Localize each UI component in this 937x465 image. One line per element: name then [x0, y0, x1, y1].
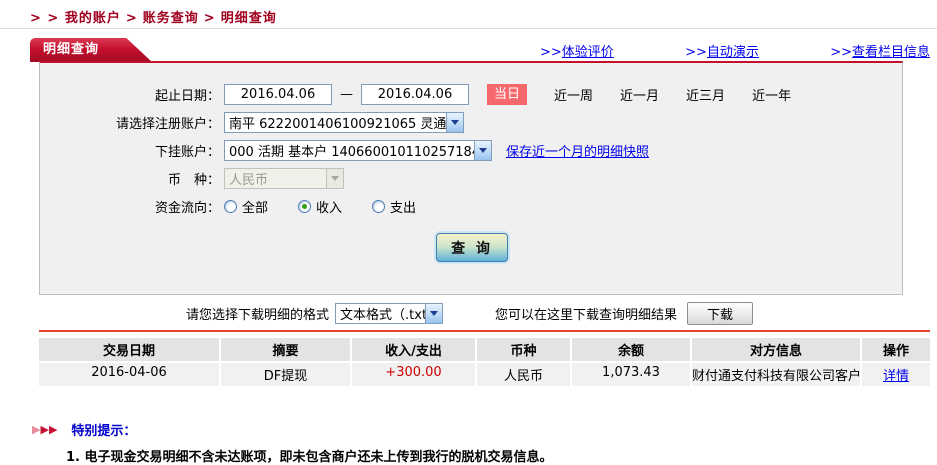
link-auto-demo[interactable]: >>自动演示: [685, 41, 759, 60]
range-month-button[interactable]: 近一月: [620, 85, 659, 104]
flow-radio-all[interactable]: 全部: [224, 197, 268, 216]
flow-radio-income[interactable]: 收入: [298, 197, 342, 216]
radio-icon[interactable]: [298, 199, 312, 213]
top-links: >>体验评价 >>自动演示 >>查看栏目信息: [540, 41, 930, 60]
chevron-down-icon: [326, 168, 343, 188]
col-header-amount: 收入/支出: [352, 338, 475, 361]
cell-currency: 人民币: [477, 363, 570, 386]
col-header-currency: 币种: [477, 338, 570, 361]
row-detail-link[interactable]: 详情: [883, 369, 909, 384]
cell-summary: DF提现: [221, 363, 350, 386]
triangle-icon: ▶: [40, 423, 49, 436]
download-format-select[interactable]: 文本格式（.txt）: [335, 302, 444, 324]
registered-account-label: 请选择注册账户：: [115, 116, 220, 132]
chevron-down-icon[interactable]: [446, 112, 463, 132]
col-header-balance: 余额: [572, 338, 690, 361]
fund-flow-label: 资金流向：: [154, 200, 220, 216]
range-quarter-button[interactable]: 近三月: [686, 85, 725, 104]
table-header-row: 交易日期 摘要 收入/支出 币种 余额 对方信息 操作: [39, 338, 930, 361]
breadcrumb: > > 我的账户 > 账务查询 > 明细查询: [30, 7, 277, 26]
currency-select-disabled: 人民币: [224, 167, 344, 189]
cell-date: 2016-04-06: [39, 363, 219, 386]
sub-account-select[interactable]: 000 活期 基本户 1406600101102571848: [224, 139, 492, 161]
sub-account-row: 下挂账户： 000 活期 基本户 1406600101102571848 保存近…: [40, 136, 902, 164]
flow-radio-expense[interactable]: 支出: [372, 197, 416, 216]
download-format-label: 请您选择下载明细的格式: [186, 307, 330, 323]
link-experience-rating[interactable]: >>体验评价: [540, 41, 614, 60]
cell-amount: +300.00: [352, 363, 475, 386]
range-today-button[interactable]: 当日: [487, 83, 528, 105]
col-header-date: 交易日期: [39, 338, 219, 361]
breadcrumb-bar: > > 我的账户 > 账务查询 > 明细查询: [0, 0, 937, 29]
date-range-row: 起止日期： — 当日 近一周 近一月 近三月 近一年: [40, 80, 902, 108]
panel-tab-title: 明细查询: [30, 38, 152, 62]
col-header-action: 操作: [862, 338, 930, 361]
cell-counterparty: 财付通支付科技有限公司客户备付金: [692, 363, 860, 386]
date-from-input[interactable]: [224, 83, 332, 105]
result-table: 交易日期 摘要 收入/支出 币种 余额 对方信息 操作 2016-04-06 D…: [39, 330, 930, 386]
cell-balance: 1,073.43: [572, 363, 690, 386]
breadcrumb-item-account-query[interactable]: 账务查询: [143, 11, 199, 26]
save-monthly-snapshot-link[interactable]: 保存近一个月的明细快照: [506, 141, 649, 160]
range-year-button[interactable]: 近一年: [752, 85, 791, 104]
download-result-label: 您可以在这里下载查询明细结果: [495, 307, 678, 323]
table-row: 2016-04-06 DF提现 +300.00 人民币 1,073.43 财付通…: [39, 363, 930, 386]
table-top-divider: [39, 330, 930, 332]
detail-query-page: > > 我的账户 > 账务查询 > 明细查询 明细查询 >>体验评价 >>自动演示 >>…: [0, 0, 937, 465]
notes-title: 特别提示：: [71, 424, 137, 439]
breadcrumb-item-detail-query[interactable]: 明细查询: [221, 11, 277, 26]
registered-account-row: 请选择注册账户： 南平 6222001406100921065 灵通卡: [40, 108, 902, 136]
download-button[interactable]: 下载: [687, 301, 754, 325]
currency-label: 币 种：: [167, 172, 220, 188]
breadcrumb-separator: >: [125, 11, 138, 26]
query-button[interactable]: 查 询: [436, 233, 508, 262]
link-view-column-info[interactable]: >>查看栏目信息: [830, 41, 930, 60]
query-form-panel: 起止日期： — 当日 近一周 近一月 近三月 近一年 请选择注册账户： 南平 6…: [39, 61, 903, 295]
breadcrumb-item-my-account[interactable]: 我的账户: [65, 11, 121, 26]
date-to-input[interactable]: [361, 83, 469, 105]
breadcrumb-separator: >: [203, 11, 216, 26]
chevron-down-icon[interactable]: [425, 303, 443, 323]
col-header-summary: 摘要: [221, 338, 350, 361]
triangle-icon: ▶: [32, 423, 41, 436]
radio-icon[interactable]: [224, 199, 237, 213]
radio-icon[interactable]: [372, 199, 386, 213]
breadcrumb-prefix: > >: [30, 11, 60, 26]
triangle-icon: ▶: [48, 423, 58, 436]
date-range-dash: —: [340, 86, 353, 102]
chevron-down-icon[interactable]: [474, 140, 491, 160]
registered-account-select[interactable]: 南平 6222001406100921065 灵通卡: [224, 111, 464, 133]
date-range-label: 起止日期：: [154, 88, 220, 104]
sub-account-label: 下挂账户：: [154, 144, 220, 160]
currency-row: 币 种： 人民币: [40, 164, 902, 192]
special-notes: ▶ ▶ ▶ 特别提示： 1. 电子现金交易明细不含未达账项，即未包含商户还未上传…: [32, 420, 912, 465]
col-header-counterparty: 对方信息: [692, 338, 860, 361]
range-week-button[interactable]: 近一周: [554, 85, 593, 104]
fund-flow-row: 资金流向： 全部 收入 支出: [40, 192, 902, 220]
note-item-1: 1. 电子现金交易明细不含未达账项，即未包含商户还未上传到我行的脱机交易信息。: [66, 450, 553, 465]
download-row: 请您选择下载明细的格式 文本格式（.txt） 您可以在这里下载查询明细结果 下载: [39, 301, 930, 325]
